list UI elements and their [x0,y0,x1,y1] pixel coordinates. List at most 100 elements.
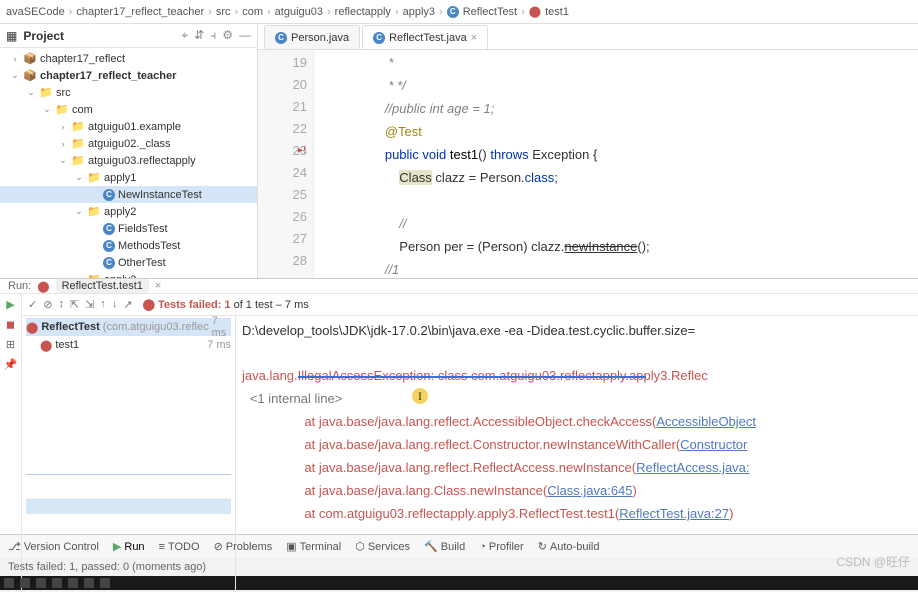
tab-person[interactable]: C Person.java [264,25,360,49]
export-icon[interactable]: ↗ [123,298,132,311]
folder-icon [71,120,85,134]
todo-tab[interactable]: ≡TODO [159,541,200,553]
gear-icon[interactable]: ⚙ [222,28,233,43]
rerun-icon[interactable]: ▶ [3,296,19,312]
tree-node[interactable]: com [72,104,93,116]
editor-tabs: C Person.java C ReflectTest.java × [258,24,918,50]
fail-icon: ⬤ [37,280,49,293]
collapse-all-icon[interactable]: ⇲ [85,298,94,311]
tree-node[interactable]: FieldsTest [118,223,168,235]
project-icon: ▦ [6,29,17,43]
minichart [26,474,231,514]
test-method-icon: ⬤ [529,5,541,18]
folder-icon [87,171,101,185]
class-icon: C [103,189,115,201]
tab-label: Person.java [291,32,349,44]
bc-class[interactable]: ReflectTest [463,6,517,18]
run-header: ✓ ⊘ ↕ ⇱ ⇲ ↑ ↓ ↗ ⬤ Tests failed: 1 of 1 t… [22,294,918,316]
project-title[interactable]: Project [23,29,175,43]
stop-icon[interactable]: ◼ [3,316,19,332]
taskbar-icon[interactable] [84,578,94,588]
bc-pkg2[interactable]: atguigu03 [275,6,323,18]
tree-node[interactable]: apply2 [104,206,136,218]
vcs-tab[interactable]: ⎇Version Control [8,540,99,553]
close-icon[interactable]: × [471,32,477,44]
folder-icon [87,205,101,219]
main-area: ▦ Project ⌖ ⇵ ⫞ ⚙ — ›chapter17_reflect ⌄… [0,24,918,278]
taskbar-icon[interactable] [36,578,46,588]
taskbar-icon[interactable] [20,578,30,588]
tree-node[interactable]: chapter17_reflect [40,53,125,65]
watermark: CSDN @旺仔 [836,553,910,570]
folder-icon [71,137,85,151]
class-icon: C [373,32,385,44]
tab-reflecttest[interactable]: C ReflectTest.java × [362,25,488,49]
expand-all-icon[interactable]: ⇱ [70,298,79,311]
class-icon: C [447,6,459,18]
module-icon [23,69,37,83]
tree-node[interactable]: chapter17_reflect_teacher [40,70,176,82]
tree-node[interactable]: apply1 [104,172,136,184]
taskbar-icon[interactable] [4,578,14,588]
run-tab-name[interactable]: ReflectTest.test1 [56,279,149,293]
fail-icon: ⬤ [40,339,52,352]
next-icon[interactable]: ↓ [112,298,118,311]
test-item[interactable]: ⬤ test1 7 ms [26,336,231,354]
tree-node[interactable]: atguigu01.example [88,121,181,133]
bc-root[interactable]: avaSECode [6,6,65,18]
bc-src[interactable]: src [216,6,231,18]
tree-node-selected[interactable]: NewInstanceTest [118,189,202,201]
run-tab[interactable]: ▶Run [113,540,145,553]
tree-node[interactable]: apply3 [104,274,136,279]
collapse-icon[interactable]: ⫞ [210,28,216,43]
taskbar-icon[interactable] [52,578,62,588]
test-root[interactable]: ⬤ ReflectTest (com.atguigu03.reflec 7 ms [26,318,231,336]
annotation-underline [298,376,646,378]
console-output[interactable]: D:\develop_tools\JDK\jdk-17.0.2\bin\java… [236,316,918,592]
prev-icon[interactable]: ↑ [100,298,106,311]
folder-icon [87,273,101,279]
filter-icon[interactable]: ⊘ [43,298,52,311]
status-text: Tests failed: 1, passed: 0 (moments ago) [8,561,206,573]
tree-node[interactable]: atguigu03.reflectapply [88,155,196,167]
layout-icon[interactable]: ⊞ [3,336,19,352]
run-tab-bar: Run: ⬤ ReflectTest.test1 × [0,279,918,294]
tree-node[interactable]: src [56,87,71,99]
class-icon: C [275,32,287,44]
code-area[interactable]: 19 20 21 22 23 24 25 26 27 28 ▸! * * */ … [258,50,918,278]
class-icon: C [103,223,115,235]
taskbar-icon[interactable] [68,578,78,588]
play-icon: ▶ [113,540,121,553]
check-icon[interactable]: ✓ [28,298,37,311]
project-tree[interactable]: ›chapter17_reflect ⌄chapter17_reflect_te… [0,48,257,278]
tree-node[interactable]: MethodsTest [118,240,180,252]
warning-icon: ⊘ [214,540,223,553]
tree-node[interactable]: OtherTest [118,257,166,269]
folder-icon [55,103,69,117]
target-icon[interactable]: ⌖ [181,28,188,43]
bc-pkg1[interactable]: com [242,6,263,18]
project-header: ▦ Project ⌖ ⇵ ⫞ ⚙ — [0,24,257,48]
close-icon[interactable]: × [155,280,161,292]
sort-icon[interactable]: ↕ [58,298,64,311]
fail-icon: ⬤ [26,321,38,334]
expand-icon[interactable]: ⇵ [194,28,204,43]
class-icon: C [103,240,115,252]
run-panel: Run: ⬤ ReflectTest.test1 × ▶ ◼ ⊞ 📌 ✓ ⊘ ↕… [0,278,918,534]
bc-pkg4[interactable]: apply3 [403,6,435,18]
list-icon: ≡ [159,541,165,553]
pin-icon[interactable]: 📌 [3,356,19,372]
code-text[interactable]: * * */ //public int age = 1; @Test publi… [314,50,918,278]
tests-failed-summary: ⬤ Tests failed: 1 of 1 test – 7 ms [143,298,309,311]
run-marker-icon[interactable]: ▸! [298,140,306,162]
tab-label: ReflectTest.java [389,32,467,44]
bc-module[interactable]: chapter17_reflect_teacher [76,6,204,18]
taskbar-icon[interactable] [100,578,110,588]
hide-icon[interactable]: — [239,28,251,43]
branch-icon: ⎇ [8,540,21,553]
bc-method[interactable]: test1 [545,6,569,18]
folder-icon [39,86,53,100]
bc-pkg3[interactable]: reflectapply [335,6,391,18]
tree-node[interactable]: atguigu02._class [88,138,171,150]
module-icon [23,52,37,66]
